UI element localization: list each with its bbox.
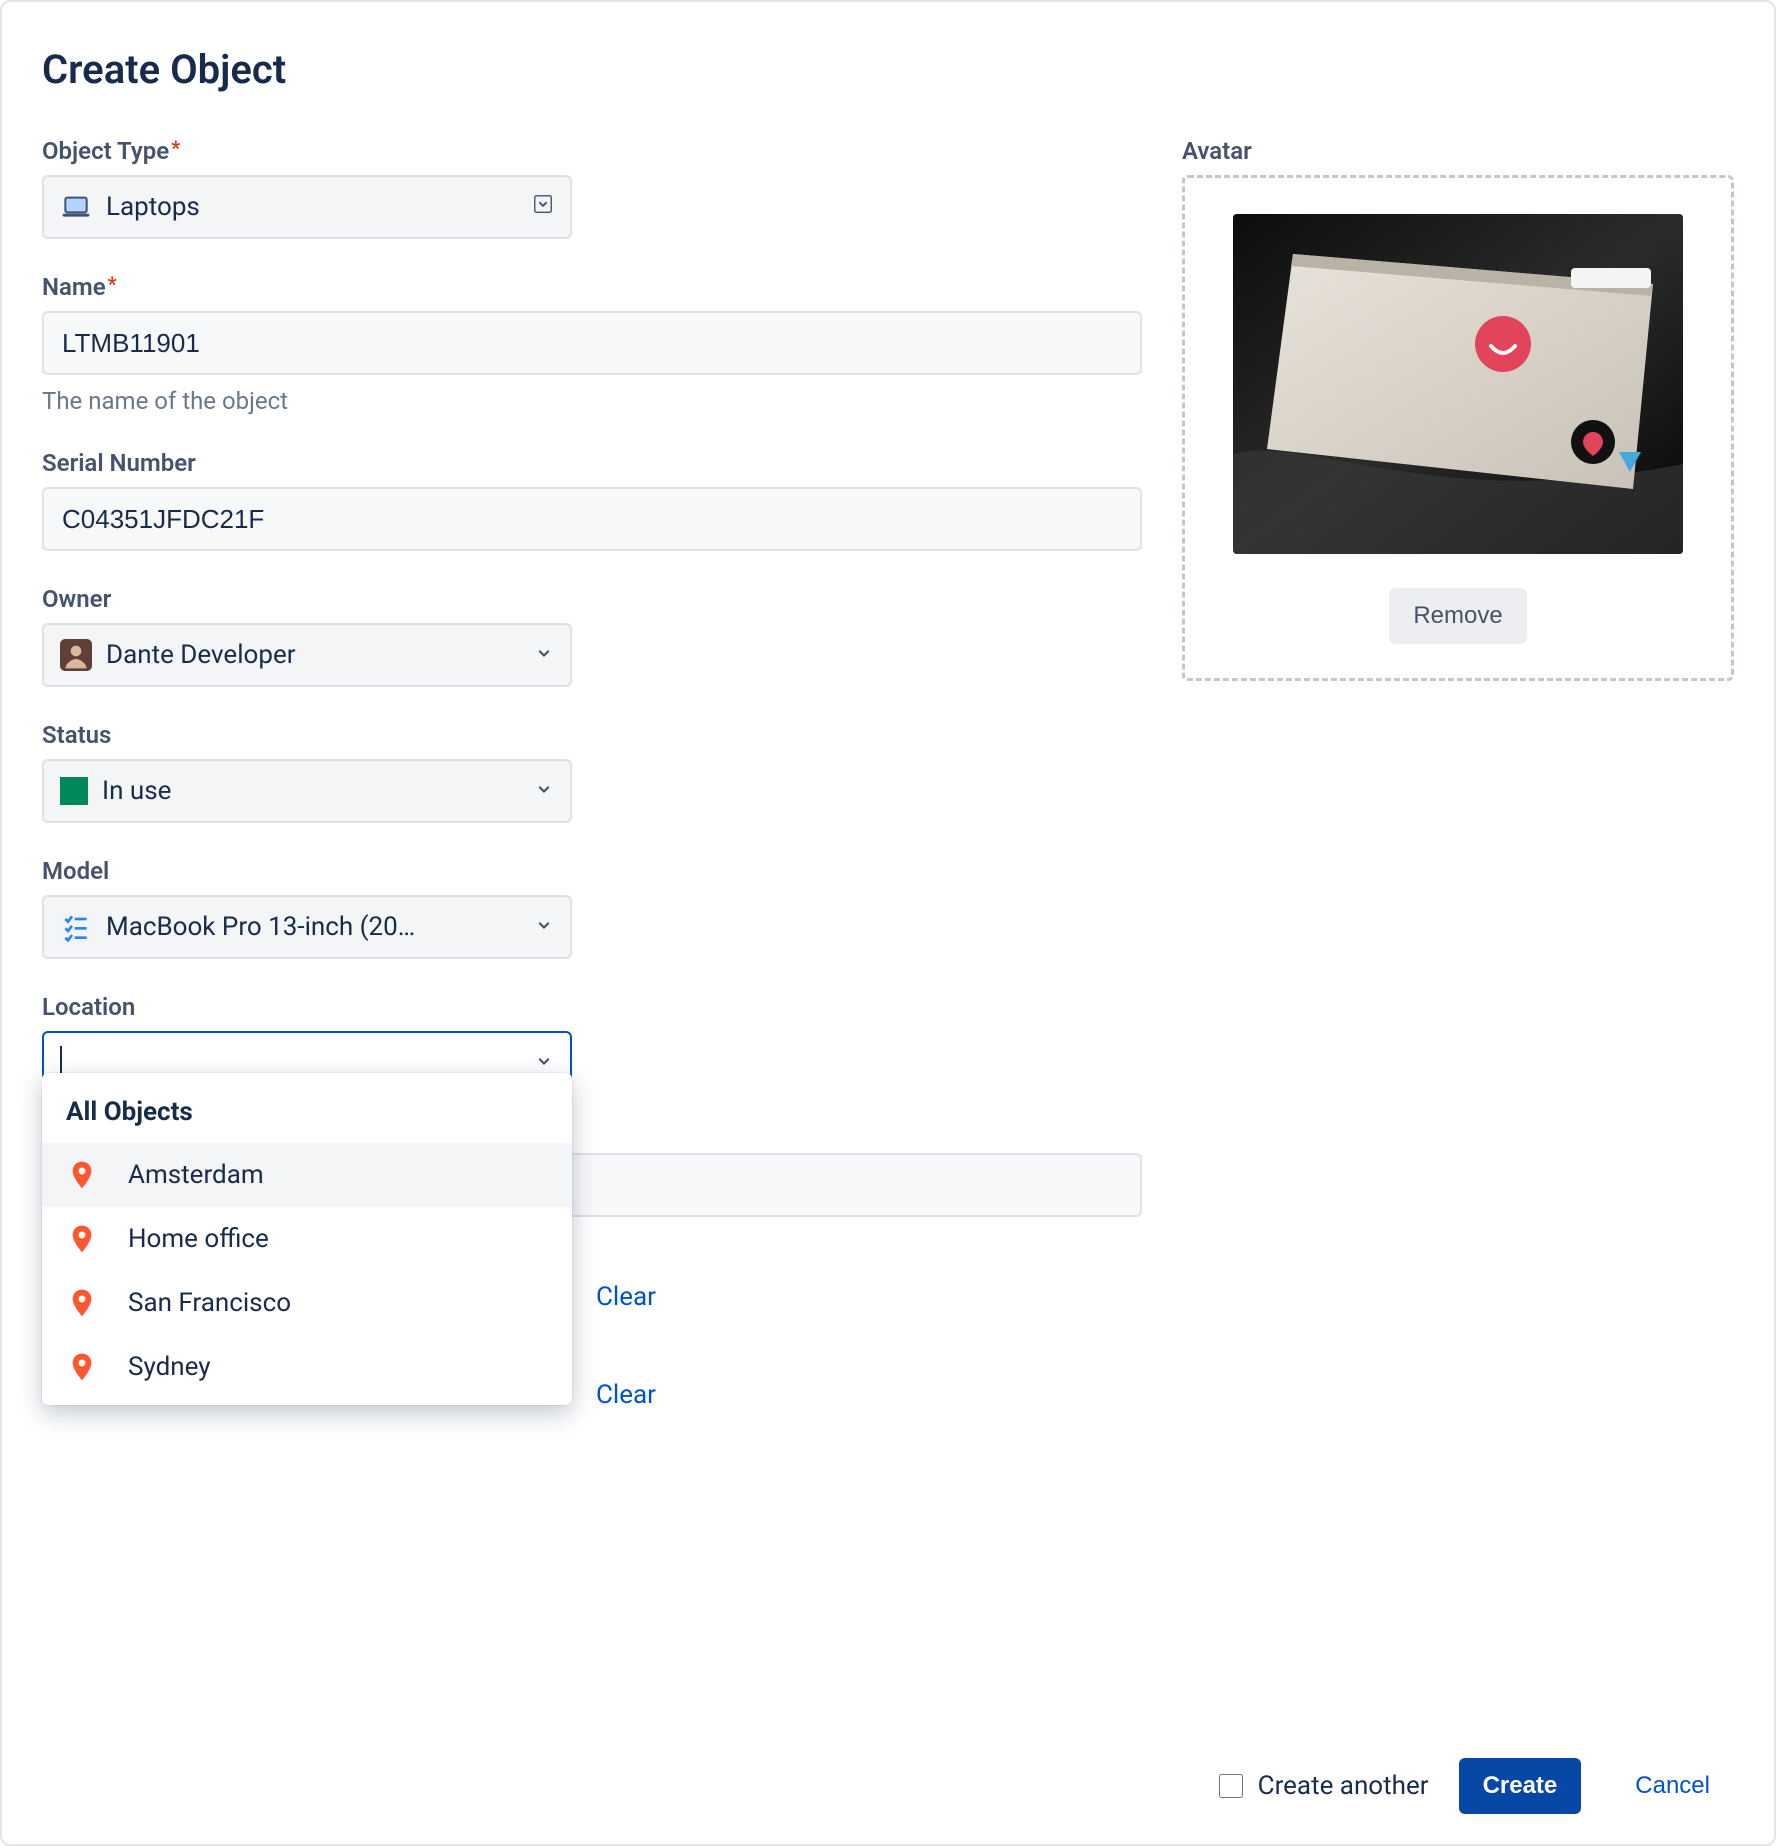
laptop-icon — [60, 191, 92, 223]
label-location: Location — [42, 993, 1142, 1021]
avatar-label: Avatar — [1182, 137, 1734, 165]
model-value: MacBook Pro 13-inch (20… — [106, 912, 415, 942]
field-name: Name* The name of the object — [42, 273, 1142, 415]
dialog-footer: Create another Create Cancel — [1215, 1758, 1734, 1814]
option-label: Sydney — [128, 1352, 211, 1382]
map-pin-icon — [66, 1351, 98, 1383]
clear-link[interactable]: Clear — [596, 1380, 656, 1410]
chevron-down-icon — [534, 912, 554, 942]
status-select[interactable]: In use — [42, 759, 572, 823]
location-option[interactable]: San Francisco — [42, 1271, 572, 1335]
clear-link[interactable]: Clear — [596, 1282, 656, 1312]
avatar-image — [1233, 214, 1683, 554]
location-option[interactable]: Sydney — [42, 1335, 572, 1399]
required-asterisk: * — [108, 272, 117, 296]
dropdown-header: All Objects — [42, 1091, 572, 1143]
option-label: San Francisco — [128, 1288, 291, 1318]
cancel-button[interactable]: Cancel — [1611, 1758, 1734, 1814]
label-status: Status — [42, 721, 1142, 749]
object-type-select[interactable]: Laptops — [42, 175, 572, 239]
label-model: Model — [42, 857, 1142, 885]
field-status: Status In use — [42, 721, 1142, 823]
name-input[interactable] — [42, 311, 1142, 375]
create-object-dialog: Create Object Object Type* Laptops — [0, 0, 1776, 1846]
label-name: Name* — [42, 273, 1142, 301]
field-owner: Owner Dante Developer — [42, 585, 1142, 687]
create-another-label: Create another — [1258, 1771, 1429, 1801]
chevron-down-icon — [534, 640, 554, 670]
object-type-value: Laptops — [106, 192, 200, 222]
avatar-column: Avatar — [1182, 137, 1734, 1461]
location-option[interactable]: Amsterdam — [42, 1143, 572, 1207]
field-model: Model MacBook Pro 13-inch (20… — [42, 857, 1142, 959]
avatar-dropzone[interactable]: Remove — [1182, 175, 1734, 681]
owner-select[interactable]: Dante Developer — [42, 623, 572, 687]
label-name-text: Name — [42, 273, 106, 301]
map-pin-icon — [66, 1223, 98, 1255]
field-location: Location All Objects Amsterdam — [42, 993, 1142, 1095]
location-dropdown: All Objects Amsterdam Home office San Fr… — [42, 1073, 572, 1405]
form-column: Object Type* Laptops Name* — [42, 137, 1142, 1461]
owner-value: Dante Developer — [106, 640, 296, 670]
serial-input[interactable] — [42, 487, 1142, 551]
create-button[interactable]: Create — [1459, 1758, 1582, 1814]
label-serial: Serial Number — [42, 449, 1142, 477]
list-icon — [60, 911, 92, 943]
map-pin-icon — [66, 1159, 98, 1191]
avatar-icon — [60, 639, 92, 671]
page-title: Create Object — [42, 46, 1734, 93]
create-another-input[interactable] — [1219, 1774, 1243, 1798]
status-swatch — [60, 777, 88, 805]
required-asterisk: * — [171, 136, 180, 160]
chevron-down-icon — [532, 192, 554, 222]
chevron-down-icon — [534, 776, 554, 806]
name-helper: The name of the object — [42, 387, 1142, 415]
model-select[interactable]: MacBook Pro 13-inch (20… — [42, 895, 572, 959]
field-object-type: Object Type* Laptops — [42, 137, 1142, 239]
status-value: In use — [102, 776, 171, 806]
option-label: Home office — [128, 1224, 269, 1254]
remove-avatar-button[interactable]: Remove — [1389, 588, 1526, 644]
create-another-checkbox[interactable]: Create another — [1215, 1771, 1429, 1801]
option-label: Amsterdam — [128, 1160, 264, 1190]
label-object-type-text: Object Type — [42, 137, 169, 165]
field-serial: Serial Number — [42, 449, 1142, 551]
map-pin-icon — [66, 1287, 98, 1319]
label-object-type: Object Type* — [42, 137, 1142, 165]
label-owner: Owner — [42, 585, 1142, 613]
location-option[interactable]: Home office — [42, 1207, 572, 1271]
